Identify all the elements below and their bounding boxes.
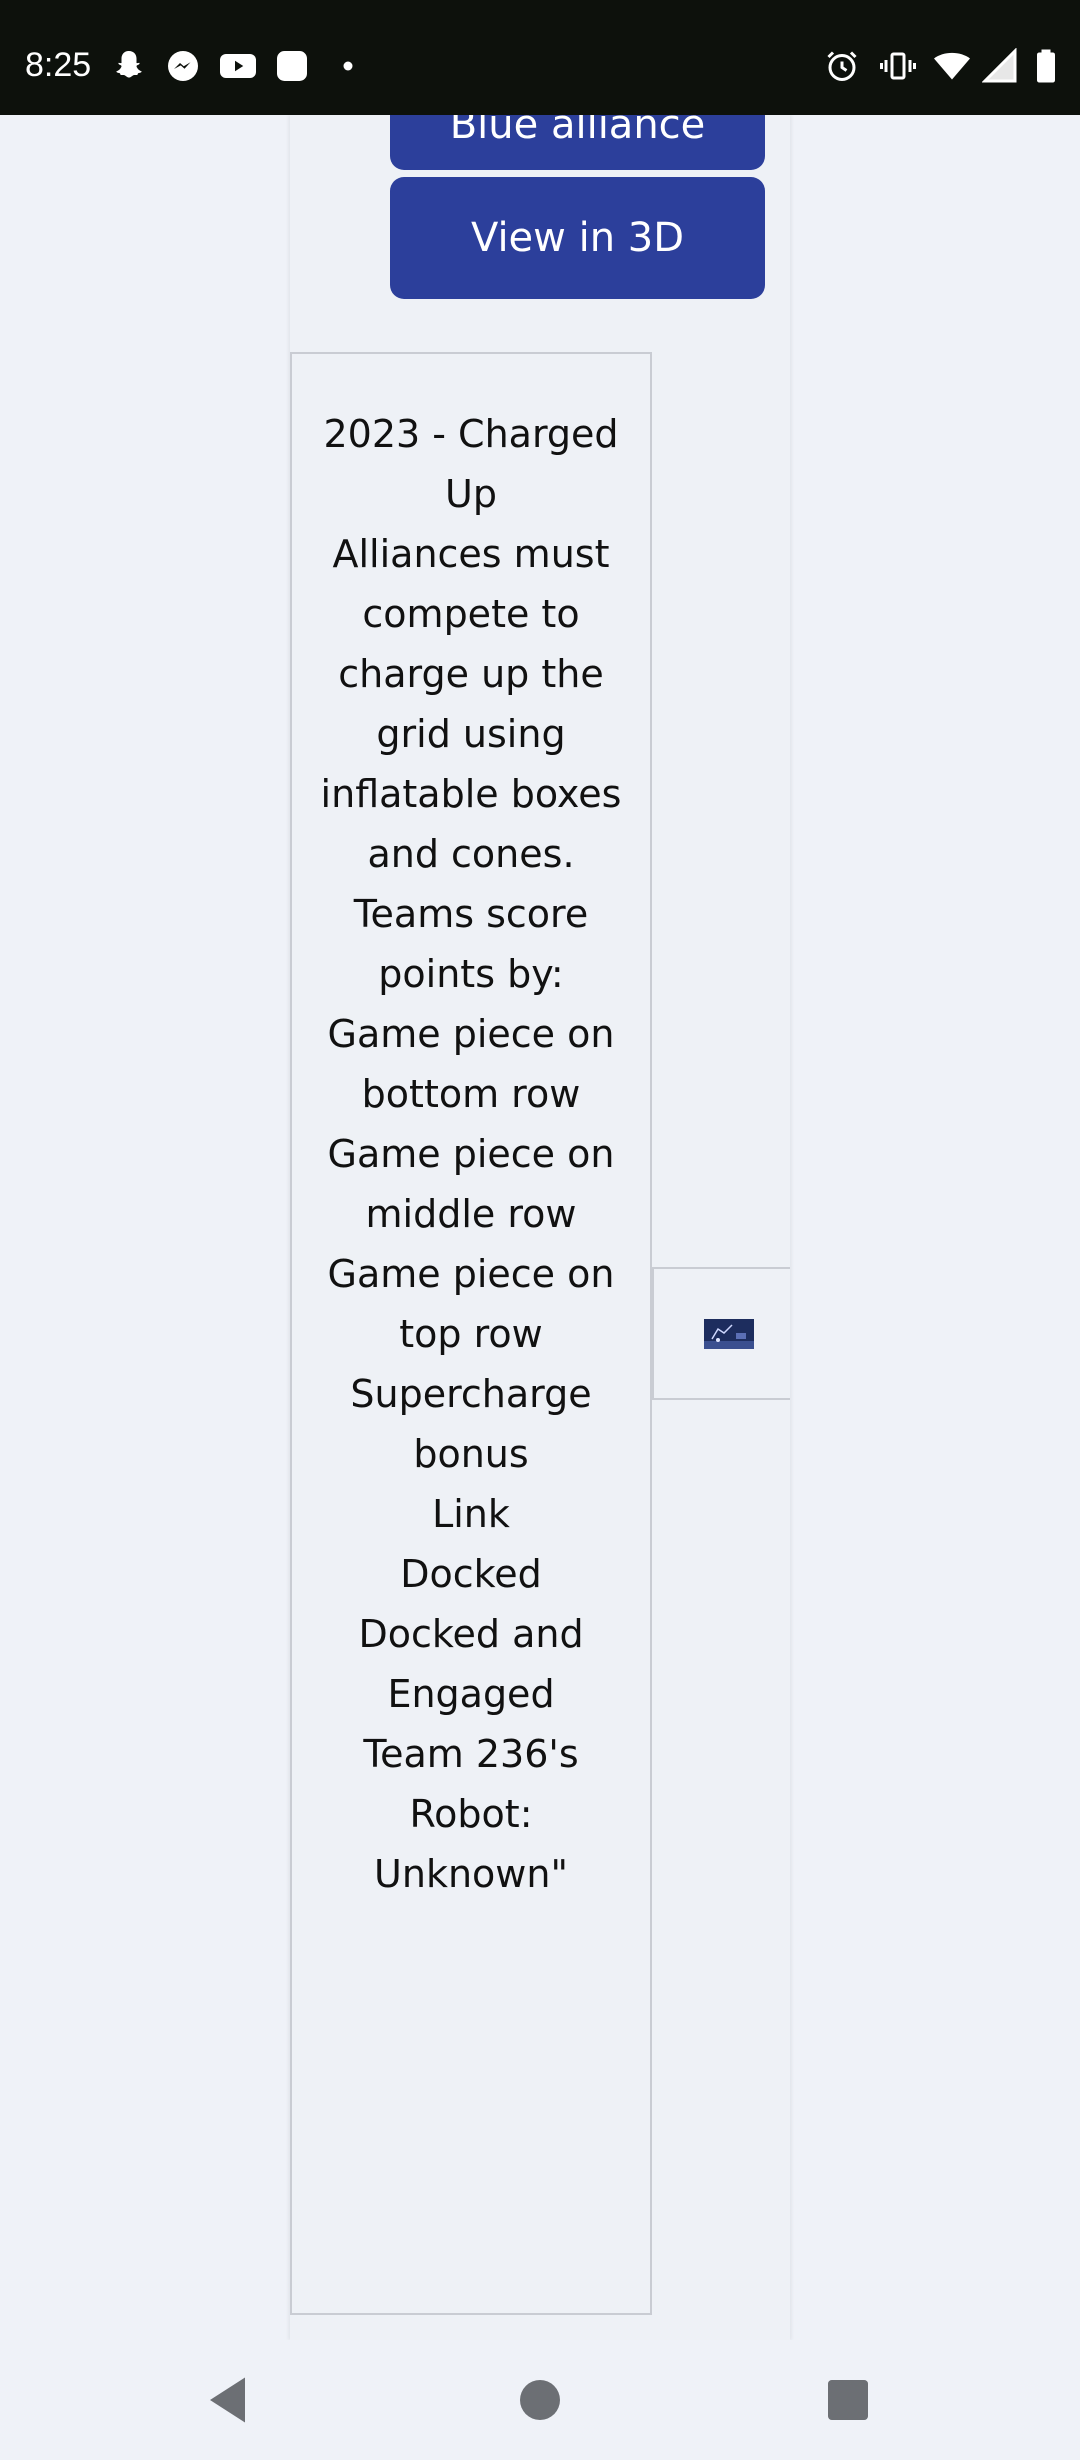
battery-icon xyxy=(1034,48,1058,84)
status-bar: 8:25 xyxy=(0,0,1080,115)
description-line: Alliances must compete to charge up the … xyxy=(320,532,622,876)
dot-icon xyxy=(338,48,358,84)
description-line: Supercharge bonus xyxy=(350,1372,592,1476)
description-line: Docked and Engaged xyxy=(358,1612,584,1716)
robot-thumbnail-image[interactable] xyxy=(704,1319,754,1349)
messenger-icon xyxy=(165,48,201,84)
description-line: Game piece on middle row xyxy=(327,1132,615,1236)
description-line: Docked xyxy=(400,1552,542,1596)
description-line: Game piece on bottom row xyxy=(327,1012,615,1116)
description-cell: 2023 - Charged Up Alliances must compete… xyxy=(290,352,652,2315)
blue-alliance-label: Blue alliance xyxy=(449,115,706,148)
alarm-icon xyxy=(824,48,860,84)
view-in-3d-label: View in 3D xyxy=(470,215,685,261)
description-text: 2023 - Charged Up Alliances must compete… xyxy=(292,404,650,1904)
view-in-3d-button[interactable]: View in 3D xyxy=(390,177,765,299)
recents-icon[interactable] xyxy=(818,2370,878,2430)
youtube-icon xyxy=(218,48,258,84)
home-icon[interactable] xyxy=(510,2370,570,2430)
snapchat-icon xyxy=(111,48,147,84)
blue-alliance-button[interactable]: Blue alliance xyxy=(390,115,765,170)
signal-icon xyxy=(982,48,1018,84)
app-icon xyxy=(274,48,310,84)
wifi-icon xyxy=(934,48,970,84)
description-line: Teams score points by: xyxy=(353,892,589,996)
image-cell xyxy=(652,1267,790,1400)
vibrate-icon xyxy=(880,48,916,84)
description-line: Game piece on top row xyxy=(327,1252,615,1356)
navigation-bar xyxy=(0,2340,1080,2460)
description-line: 2023 - Charged Up xyxy=(323,412,619,516)
page-content: Blue alliance View in 3D 2023 - Charged … xyxy=(0,115,1080,2340)
status-time: 8:25 xyxy=(25,46,92,84)
back-icon[interactable] xyxy=(200,2370,260,2430)
description-line: Link xyxy=(432,1492,510,1536)
description-line: Team 236's Robot: Unknown" xyxy=(363,1732,579,1896)
